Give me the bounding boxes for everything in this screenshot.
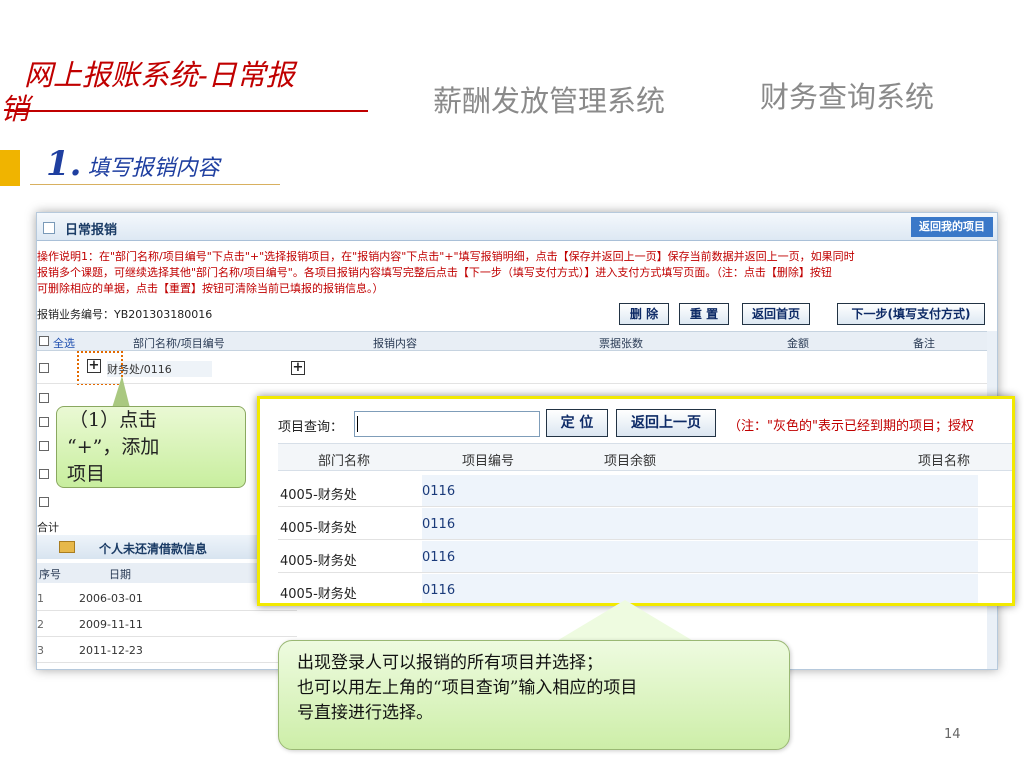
callout-line: 也可以用左上角的“项目查询”输入相应的项目 xyxy=(297,678,638,698)
step-text: 填写报销内容 xyxy=(87,156,220,181)
window-title: 日常报销 xyxy=(65,223,118,238)
col-note: 备注 xyxy=(913,337,935,350)
project-table-header: 部门名称 项目编号 项目余额 项目名称 xyxy=(278,443,1012,471)
description-callout: 出现登录人可以报销的所有项目并选择； 也可以用左上角的“项目查询”输入相应的项目… xyxy=(278,640,790,750)
callout-line: 出现登录人可以报销的所有项目并选择； xyxy=(297,653,603,673)
reimbursement-table-header: 全选 部门名称/项目编号 报销内容 票据张数 金额 备注 xyxy=(37,331,997,351)
project-number[interactable]: 0116 xyxy=(422,517,455,532)
callout-line: （1）点击 xyxy=(69,409,158,431)
loan-row-index: 2 xyxy=(37,618,44,631)
title-underline xyxy=(10,110,368,112)
window-titlebar: 日常报销 返回我的项目 xyxy=(37,213,997,241)
next-step-button[interactable]: 下一步(填写支付方式) xyxy=(837,303,985,325)
select-all-checkbox[interactable] xyxy=(39,336,49,346)
project-row[interactable]: 4005-财务处 0116 xyxy=(278,541,1012,573)
instruction-line: 报销多个课题，可继续选择其他"部门名称/项目编号"。各项目报销内容填写完整后点击… xyxy=(37,266,832,279)
loan-row-index: 3 xyxy=(37,644,44,657)
project-number[interactable]: 0116 xyxy=(422,583,455,598)
delete-button[interactable]: 删 除 xyxy=(619,303,669,325)
loan-row: 2 2009-11-11 xyxy=(37,613,297,637)
project-query-label: 项目查询： xyxy=(278,420,344,435)
col-amount: 金额 xyxy=(787,337,809,350)
back-prev-page-button[interactable]: 返回上一页 xyxy=(616,409,716,437)
col-project-name: 项目名称 xyxy=(918,454,971,469)
business-code: 报销业务编号：YB201303180016 xyxy=(37,308,213,321)
loan-row-date: 2009-11-11 xyxy=(79,618,143,631)
reset-button[interactable]: 重 置 xyxy=(679,303,729,325)
row-divider xyxy=(37,383,997,384)
back-home-button[interactable]: 返回首页 xyxy=(742,303,810,325)
total-label: 合计 xyxy=(37,521,59,534)
col-dept-project: 部门名称/项目编号 xyxy=(133,337,225,350)
step-number: 1. xyxy=(46,144,82,184)
loan-row: 3 2011-12-23 xyxy=(37,639,297,663)
popup-note: （注："灰色的"表示已经到期的项目；授权 xyxy=(728,419,974,434)
step-accent-bar xyxy=(0,150,20,186)
row-checkbox[interactable] xyxy=(39,469,49,479)
col-content: 报销内容 xyxy=(373,337,417,350)
loan-info-title: 个人未还清借款信息 xyxy=(99,542,208,556)
slide-title: 网上报账系统-日常报 销 xyxy=(0,54,370,130)
row-checkbox[interactable] xyxy=(39,393,49,403)
callout-line: 号直接进行选择。 xyxy=(297,703,433,723)
callout-line: “+”，添加 xyxy=(67,436,160,458)
project-dept: 4005-财务处 xyxy=(280,587,357,602)
folder-icon xyxy=(59,541,75,553)
instruction-line: 可删除相应的单据，点击【重置】按钮可清除当前已填报的报销信息。） xyxy=(37,282,384,295)
col-tickets: 票据张数 xyxy=(599,337,643,350)
col-loan-no: 序号 xyxy=(39,568,61,581)
step1-callout: （1）点击 “+”，添加 项目 xyxy=(56,406,246,488)
text-caret xyxy=(357,416,358,432)
callout-pointer xyxy=(555,600,695,642)
select-all-label[interactable]: 全选 xyxy=(53,335,75,351)
instructions: 操作说明1：在"部门名称/项目编号"下点击"+"选择报销项目，在"报销内容"下点… xyxy=(37,249,997,297)
row-checkbox[interactable] xyxy=(39,441,49,451)
row-checkbox[interactable] xyxy=(39,497,49,507)
loan-row-date: 2006-03-01 xyxy=(79,592,143,605)
back-to-my-projects-button[interactable]: 返回我的项目 xyxy=(911,217,993,237)
row-checkbox[interactable] xyxy=(39,363,49,373)
loan-row-date: 2011-12-23 xyxy=(79,644,143,657)
project-row[interactable]: 4005-财务处 0116 xyxy=(278,475,1012,507)
project-query-input[interactable] xyxy=(354,411,540,437)
project-number[interactable]: 0116 xyxy=(422,550,455,565)
page-number: 14 xyxy=(944,727,961,742)
project-number[interactable]: 0116 xyxy=(422,484,455,499)
loan-row-index: 1 xyxy=(37,592,44,605)
project-dept: 4005-财务处 xyxy=(280,521,357,536)
row-checkbox[interactable] xyxy=(39,417,49,427)
col-loan-date: 日期 xyxy=(109,568,131,581)
step-heading: 1. 填写报销内容 xyxy=(46,144,220,184)
instruction-line: 操作说明1：在"部门名称/项目编号"下点击"+"选择报销项目，在"报销内容"下点… xyxy=(37,250,855,263)
project-row[interactable]: 4005-财务处 0116 xyxy=(278,508,1012,540)
col-balance: 项目余额 xyxy=(604,454,657,469)
callout-pointer xyxy=(112,376,130,408)
project-query-popup: 项目查询： 定 位 返回上一页 （注："灰色的"表示已经到期的项目；授权 部门名… xyxy=(257,396,1015,606)
project-dept: 4005-财务处 xyxy=(280,554,357,569)
col-project-no: 项目编号 xyxy=(462,454,515,469)
col-dept: 部门名称 xyxy=(318,454,371,469)
finance-system-label: 财务查询系统 xyxy=(760,80,935,114)
window-doc-icon xyxy=(43,222,55,234)
salary-system-label: 薪酬发放管理系统 xyxy=(433,84,666,118)
add-content-plus-icon[interactable]: + xyxy=(291,361,305,375)
locate-button[interactable]: 定 位 xyxy=(546,409,608,437)
project-dept: 4005-财务处 xyxy=(280,488,357,503)
step-underline xyxy=(30,184,280,185)
callout-line: 项目 xyxy=(67,463,106,485)
